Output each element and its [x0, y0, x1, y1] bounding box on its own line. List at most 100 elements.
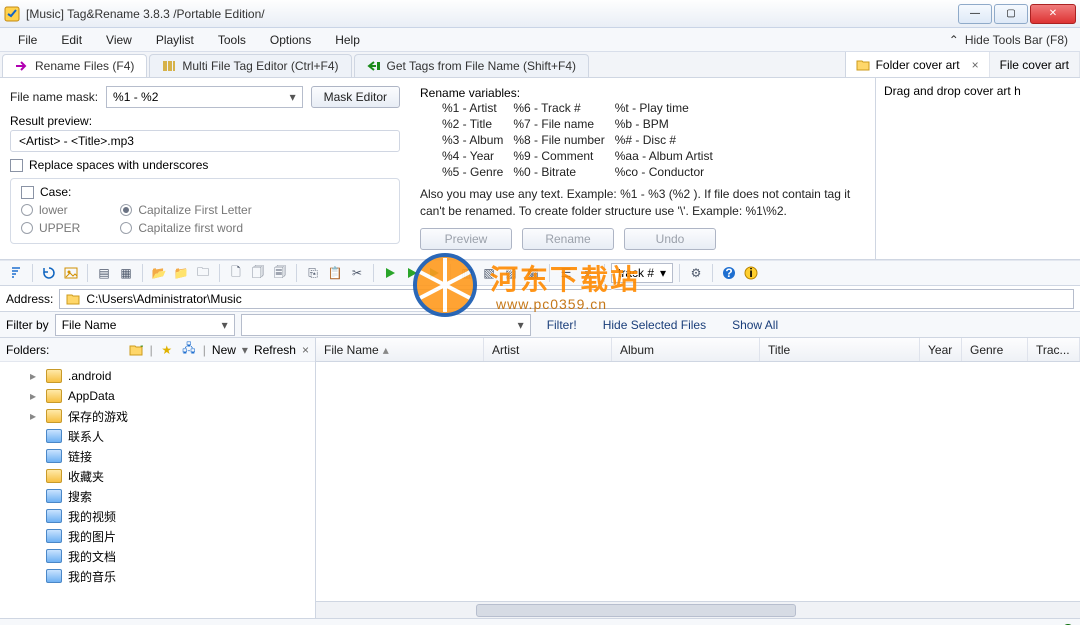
tab-rename-files[interactable]: Rename Files (F4): [2, 54, 147, 77]
tab-label: Multi File Tag Editor (Ctrl+F4): [182, 59, 338, 73]
col-artist[interactable]: Artist: [484, 338, 612, 361]
address-row: Address: C:\Users\Administrator\Music: [0, 286, 1080, 312]
menu-tools[interactable]: Tools: [208, 30, 256, 50]
rename-button[interactable]: Rename: [522, 228, 614, 250]
network-icon[interactable]: 🖧: [181, 342, 197, 358]
files-body[interactable]: [316, 362, 1080, 601]
folder-add-icon[interactable]: +: [128, 342, 144, 358]
close-icon[interactable]: ×: [302, 343, 309, 357]
radio-capitalize-first-word[interactable]: Capitalize first word: [120, 221, 251, 235]
tab-get-tags[interactable]: Get Tags from File Name (Shift+F4): [354, 54, 590, 77]
tree-label: 收藏夹: [68, 468, 104, 485]
undo-button[interactable]: Undo: [624, 228, 716, 250]
sort-icon[interactable]: [6, 263, 26, 283]
folder-tree[interactable]: ▸.android ▸AppData ▸保存的游戏 联系人 链接 收藏夹 搜索 …: [0, 362, 315, 618]
hide-selected-button[interactable]: Hide Selected Files: [593, 318, 716, 332]
favorite-icon[interactable]: ★: [159, 342, 175, 358]
cut-icon[interactable]: ✂: [347, 263, 367, 283]
col-genre[interactable]: Genre: [962, 338, 1028, 361]
grid4-icon[interactable]: ▩: [523, 263, 543, 283]
checkbox-icon[interactable]: [21, 186, 34, 199]
filter-text[interactable]: ▾: [241, 314, 531, 336]
radio-upper[interactable]: UPPER: [21, 221, 80, 235]
menu-help[interactable]: Help: [325, 30, 370, 50]
tree-label: 我的视频: [68, 508, 116, 525]
mask-value: %1 - %2: [113, 90, 158, 104]
grid2-icon[interactable]: ▧: [479, 263, 499, 283]
col-year[interactable]: Year: [920, 338, 962, 361]
doc-icon[interactable]: 🗋: [226, 263, 246, 283]
radio-lower[interactable]: lower: [21, 203, 80, 217]
svg-text:?: ?: [725, 266, 732, 280]
case-label: Case:: [40, 185, 71, 199]
docs-icon[interactable]: 🗍: [248, 263, 268, 283]
tab-multi-tag-editor[interactable]: Multi File Tag Editor (Ctrl+F4): [149, 54, 351, 77]
reload-icon[interactable]: [39, 263, 59, 283]
refresh-button[interactable]: Refresh: [254, 343, 296, 357]
grid1-icon[interactable]: ▥: [457, 263, 477, 283]
result-preview: <Artist> - <Title>.mp3: [10, 130, 400, 152]
radio-label: Capitalize First Letter: [138, 203, 251, 217]
svg-text:+: +: [140, 344, 143, 353]
preview-button[interactable]: Preview: [420, 228, 512, 250]
new-folder-button[interactable]: New: [212, 343, 236, 357]
address-value: C:\Users\Administrator\Music: [86, 292, 241, 306]
gear-icon[interactable]: ⚙: [686, 263, 706, 283]
app-icon: [4, 6, 20, 22]
col-title[interactable]: Title: [760, 338, 920, 361]
doc-dup-icon[interactable]: 🗐: [270, 263, 290, 283]
close-button[interactable]: ✕: [1030, 4, 1076, 24]
col-album[interactable]: Album: [612, 338, 760, 361]
mask-editor-button[interactable]: Mask Editor: [311, 86, 400, 108]
list-small-icon[interactable]: ▤: [94, 263, 114, 283]
filter-button[interactable]: Filter!: [537, 318, 587, 332]
replace-spaces-checkbox[interactable]: Replace spaces with underscores: [10, 158, 400, 172]
col-track[interactable]: Trac...: [1028, 338, 1080, 361]
chevron-down-icon: ▾: [660, 266, 666, 280]
grid3-icon[interactable]: ▨: [501, 263, 521, 283]
result-preview-value: <Artist> - <Title>.mp3: [19, 134, 134, 148]
address-field[interactable]: C:\Users\Administrator\Music: [59, 289, 1074, 309]
radio-label: Capitalize first word: [138, 221, 243, 235]
image-icon[interactable]: [61, 263, 81, 283]
menu-file[interactable]: File: [8, 30, 47, 50]
play-icon[interactable]: [380, 263, 400, 283]
menu-playlist[interactable]: Playlist: [146, 30, 204, 50]
list3-icon[interactable]: ≡: [578, 263, 598, 283]
close-icon[interactable]: ×: [972, 58, 979, 72]
folder-open-icon[interactable]: 📂: [149, 263, 169, 283]
play-sel-icon[interactable]: [424, 263, 444, 283]
horizontal-scrollbar[interactable]: [316, 601, 1080, 618]
minimize-button[interactable]: —: [958, 4, 992, 24]
mask-combo[interactable]: %1 - %2 ▾: [106, 86, 303, 108]
maximize-button[interactable]: ▢: [994, 4, 1028, 24]
filter-label: Filter by: [6, 318, 49, 332]
list2-icon[interactable]: ☰: [556, 263, 576, 283]
show-all-button[interactable]: Show All: [722, 318, 788, 332]
cover-art-panel: Drag and drop cover art h: [876, 78, 1080, 259]
menu-view[interactable]: View: [96, 30, 142, 50]
radio-capitalize-first-letter[interactable]: Capitalize First Letter: [120, 203, 251, 217]
folder-alt-icon[interactable]: 🗀: [193, 263, 213, 283]
play-alt-icon[interactable]: [402, 263, 422, 283]
folders-pane: Folders: + | ★ 🖧 | New ▾ Refresh × ▸.and…: [0, 338, 316, 618]
chevron-down-icon: ▾: [518, 318, 524, 332]
window-title: [Music] Tag&Rename 3.8.3 /Portable Editi…: [26, 7, 956, 21]
menu-options[interactable]: Options: [260, 30, 321, 50]
tab-file-cover-art[interactable]: File cover art: [990, 52, 1080, 77]
col-filename[interactable]: File Name▴: [316, 338, 484, 361]
sort-combo[interactable]: track # ▾: [611, 263, 673, 283]
list-large-icon[interactable]: ▦: [116, 263, 136, 283]
copy-icon[interactable]: ⎘: [303, 263, 323, 283]
filter-combo[interactable]: File Name ▾: [55, 314, 235, 336]
tab-label: Get Tags from File Name (Shift+F4): [387, 59, 577, 73]
folder-icon[interactable]: 📁: [171, 263, 191, 283]
help-icon[interactable]: ?: [719, 263, 739, 283]
get-tags-icon: [367, 59, 381, 73]
menu-edit[interactable]: Edit: [51, 30, 92, 50]
tab-folder-cover-art[interactable]: Folder cover art ×: [846, 52, 990, 77]
paste-icon[interactable]: 📋: [325, 263, 345, 283]
info-icon[interactable]: i: [741, 263, 761, 283]
folder-icon: [66, 293, 80, 305]
hide-tools-bar[interactable]: ⌃ Hide Tools Bar (F8): [949, 33, 1072, 47]
